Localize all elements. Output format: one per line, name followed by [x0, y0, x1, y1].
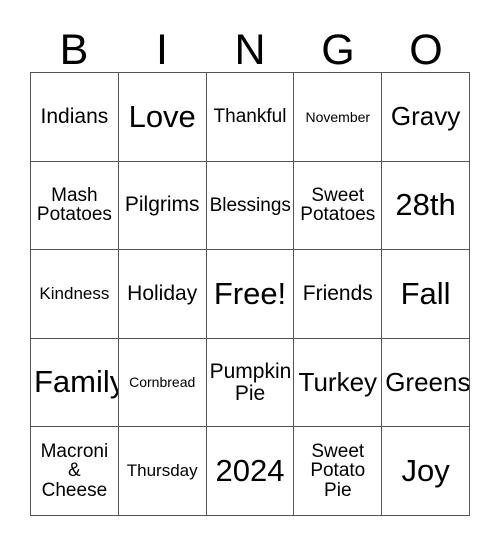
bingo-cell-label: Thursday: [126, 461, 198, 481]
bingo-cell[interactable]: Love: [118, 73, 207, 162]
bingo-cell[interactable]: Indians: [31, 73, 119, 162]
bingo-header-letter-g: G: [294, 22, 382, 72]
bingo-cell[interactable]: Sweet Potatoes: [294, 161, 383, 251]
bingo-cell-label: Sweet Potato Pie: [310, 440, 366, 502]
bingo-card: B I N G O Indians Love Thankful November…: [0, 0, 500, 544]
bingo-cell[interactable]: 2024: [206, 427, 295, 516]
bingo-cell-label: Cornbread: [129, 374, 196, 391]
bingo-cell[interactable]: Pumpkin Pie: [206, 338, 295, 428]
bingo-cell-label: 28th: [395, 187, 456, 223]
header-letter: I: [156, 26, 168, 74]
bingo-cell[interactable]: Family: [31, 338, 119, 428]
bingo-cell[interactable]: Blessings: [206, 161, 295, 251]
bingo-cell[interactable]: Joy: [382, 427, 470, 516]
bingo-cell-label: Fall: [400, 275, 451, 311]
bingo-cell-label: Greens: [385, 367, 470, 398]
header-letter: B: [59, 26, 89, 74]
header-letter: N: [234, 26, 266, 74]
bingo-cell-label: Sweet Potatoes: [300, 184, 376, 226]
bingo-cell[interactable]: Thankful: [206, 73, 295, 162]
bingo-cell-label: Love: [128, 98, 196, 134]
bingo-cell-label: Friends: [302, 282, 373, 306]
bingo-cell-label: Holiday: [127, 282, 198, 306]
bingo-header-letter-i: I: [118, 22, 206, 72]
bingo-cell[interactable]: Macroni & Cheese: [31, 427, 119, 516]
bingo-cell-label: Macroni & Cheese: [40, 440, 109, 502]
bingo-cell[interactable]: Mash Potatoes: [31, 161, 119, 251]
bingo-cell[interactable]: 28th: [382, 161, 470, 251]
bingo-cell[interactable]: Cornbread: [118, 338, 207, 428]
bingo-cell-label: Thankful: [213, 105, 287, 127]
bingo-cell-label: Pumpkin Pie: [209, 359, 292, 405]
bingo-cell-label: Blessings: [209, 194, 291, 216]
bingo-cell-label: Mash Potatoes: [36, 184, 112, 226]
bingo-free-space[interactable]: Free!: [206, 250, 295, 339]
header-letter: O: [409, 26, 443, 74]
bingo-header-row: B I N G O: [30, 22, 470, 72]
bingo-cell[interactable]: November: [294, 73, 383, 162]
bingo-cell[interactable]: Greens: [382, 338, 470, 428]
bingo-cell-label: Turkey: [298, 367, 378, 398]
bingo-cell[interactable]: Kindness: [31, 250, 119, 339]
bingo-cell-label: 2024: [215, 453, 285, 489]
bingo-cell-label: Kindness: [39, 284, 110, 304]
bingo-grid: Indians Love Thankful November Gravy Mas…: [30, 72, 470, 516]
bingo-header-letter-b: B: [30, 22, 118, 72]
bingo-cell[interactable]: Friends: [294, 250, 383, 339]
bingo-header-letter-o: O: [382, 22, 470, 72]
bingo-cell[interactable]: Pilgrims: [118, 161, 207, 251]
bingo-cell-label: Family: [34, 364, 119, 400]
bingo-cell-label: Free!: [213, 275, 287, 311]
bingo-cell[interactable]: Holiday: [118, 250, 207, 339]
bingo-cell-label: Joy: [401, 453, 450, 489]
bingo-cell-label: Indians: [40, 104, 109, 128]
bingo-cell[interactable]: Thursday: [118, 427, 207, 516]
bingo-header-letter-n: N: [206, 22, 294, 72]
bingo-cell[interactable]: Turkey: [294, 338, 383, 428]
bingo-cell-label: Gravy: [390, 101, 461, 132]
bingo-cell[interactable]: Gravy: [382, 73, 470, 162]
bingo-cell-label: Pilgrims: [124, 193, 200, 217]
bingo-cell[interactable]: Fall: [382, 250, 470, 339]
bingo-cell-label: November: [305, 108, 371, 125]
header-letter: G: [321, 26, 355, 74]
bingo-cell[interactable]: Sweet Potato Pie: [294, 427, 383, 516]
